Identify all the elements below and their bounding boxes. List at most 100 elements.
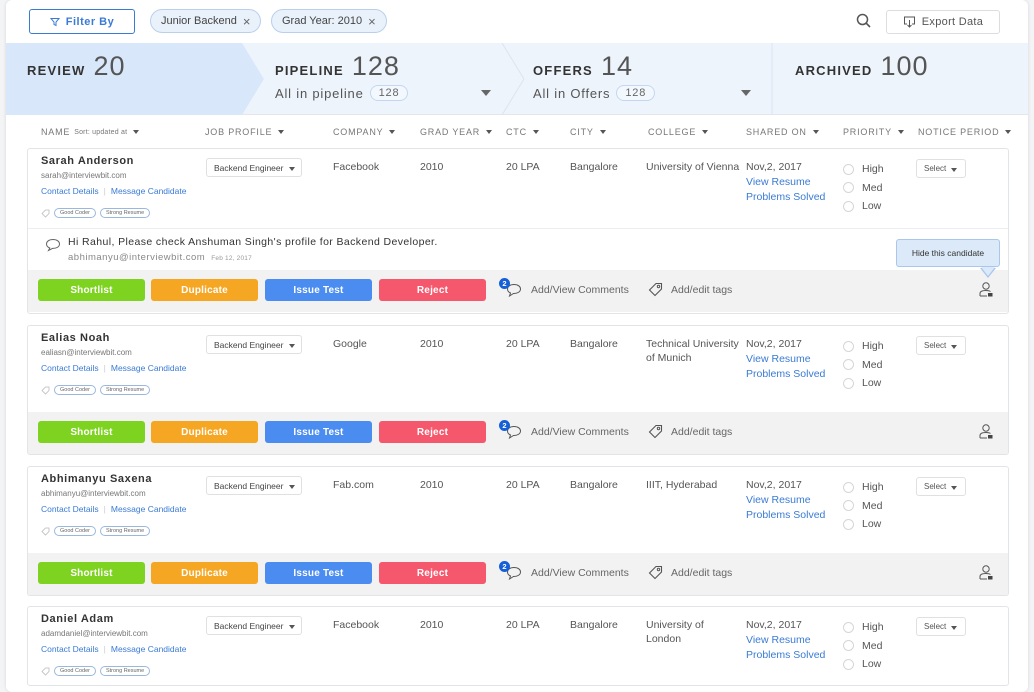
priority-med-radio[interactable]: Med [843,356,884,375]
search-icon[interactable] [855,12,873,30]
priority-high-radio[interactable]: High [843,478,884,497]
priority-low-radio[interactable]: Low [843,197,884,216]
shortlist-button[interactable]: Shortlist [38,279,145,301]
priority-low-radio[interactable]: Low [843,655,884,674]
column-header-city[interactable]: CITY [570,127,606,137]
job-profile-value: Backend Engineer [214,339,284,350]
priority-high-radio[interactable]: High [843,337,884,356]
comments-label: Add/View Comments [531,567,629,579]
export-data-button[interactable]: Export Data [886,10,1000,34]
column-label: CITY [570,127,594,137]
issue-test-button[interactable]: Issue Test [265,421,372,443]
reject-button[interactable]: Reject [379,279,486,301]
duplicate-button[interactable]: Duplicate [151,279,258,301]
priority-med-radio[interactable]: Med [843,637,884,656]
message-candidate-link[interactable]: Message Candidate [111,186,187,196]
priority-radio-group: High Med Low [843,618,884,674]
contact-details-link[interactable]: Contact Details [41,186,99,196]
view-resume-link[interactable]: View Resume [746,352,825,366]
city: Bangalore [570,161,618,173]
add-view-comments-button[interactable]: 2 Add/View Comments [499,561,629,581]
radio-label: High [862,340,884,353]
message-candidate-link[interactable]: Message Candidate [111,504,187,514]
priority-low-radio[interactable]: Low [843,374,884,393]
column-header-grad-year[interactable]: GRAD YEAR [420,127,493,137]
tag-chip: Good Coder [54,526,96,536]
notice-period-select[interactable]: Select [916,159,966,178]
column-header-priority[interactable]: PRIORITY [843,127,904,137]
stage-pipeline[interactable]: PIPELINE 128 All in pipeline 128 [266,43,501,115]
add-edit-tags-button[interactable]: Add/edit tags [648,565,732,580]
reject-button[interactable]: Reject [379,562,486,584]
issue-test-button[interactable]: Issue Test [265,279,372,301]
candidate-email: adamdaniel@interviewbit.com [41,629,148,638]
priority-low-radio[interactable]: Low [843,515,884,534]
problems-solved-link[interactable]: Problems Solved [746,367,825,381]
priority-med-radio[interactable]: Med [843,179,884,198]
message-candidate-link[interactable]: Message Candidate [111,363,187,373]
job-profile-select[interactable]: Backend Engineer [206,616,302,635]
job-profile-select[interactable]: Backend Engineer [206,335,302,354]
offers-dropdown-icon[interactable] [741,90,751,96]
sort-label: Sort: updated at [74,128,128,136]
add-edit-tags-button[interactable]: Add/edit tags [648,424,732,439]
column-header-company[interactable]: COMPANY [333,127,396,137]
notice-period-select[interactable]: Select [916,477,966,496]
stage-offers[interactable]: OFFERS 14 All in Offers 128 [526,43,771,115]
job-profile-select[interactable]: Backend Engineer [206,158,302,177]
duplicate-button[interactable]: Duplicate [151,562,258,584]
pipeline-dropdown-icon[interactable] [481,90,491,96]
issue-test-button[interactable]: Issue Test [265,562,372,584]
job-profile-value: Backend Engineer [214,620,284,631]
radio-circle [843,359,854,371]
hide-candidate-icon[interactable] [978,564,994,581]
stage-review[interactable]: REVIEW 20 [6,43,256,115]
priority-high-radio[interactable]: High [843,160,884,179]
notice-period-select[interactable]: Select [916,617,966,636]
add-view-comments-button[interactable]: 2 Add/View Comments [499,278,629,298]
message-candidate-link[interactable]: Message Candidate [111,644,187,654]
link-separator: | [103,363,106,373]
remove-chip-icon[interactable]: × [368,14,376,29]
contact-details-link[interactable]: Contact Details [41,644,99,654]
view-resume-link[interactable]: View Resume [746,633,825,647]
tags-edit-label: Add/edit tags [671,283,733,296]
reject-button[interactable]: Reject [379,421,486,443]
problems-solved-link[interactable]: Problems Solved [746,190,825,204]
message-text: Hi Rahul, Please check Anshuman Singh's … [68,236,438,248]
add-view-comments-button[interactable]: 2 Add/View Comments [499,420,629,440]
column-header-name[interactable]: NAME Sort: updated at [41,127,140,137]
column-header-job-profile[interactable]: JOB PROFILE [205,127,285,137]
duplicate-button[interactable]: Duplicate [151,421,258,443]
filter-by-button[interactable]: Filter By [29,9,135,34]
remove-chip-icon[interactable]: × [243,14,251,29]
column-header-shared-on[interactable]: SHARED ON [746,127,819,137]
column-header-notice-period[interactable]: NOTICE PERIOD [918,127,1012,137]
priority-high-radio[interactable]: High [843,618,884,637]
column-header-college[interactable]: COLLEGE [648,127,709,137]
view-resume-link[interactable]: View Resume [746,493,825,507]
column-label: NOTICE PERIOD [918,127,1000,137]
comments-label: Add/View Comments [531,284,629,296]
contact-details-link[interactable]: Contact Details [41,363,99,373]
column-header-ctc[interactable]: CTC [506,127,539,137]
hide-candidate-icon[interactable] [978,281,994,298]
add-edit-tags-button[interactable]: Add/edit tags [648,282,732,297]
export-data-label: Export Data [921,16,984,28]
shortlist-button[interactable]: Shortlist [38,562,145,584]
radio-label: High [862,621,884,634]
hide-candidate-icon[interactable] [978,423,994,440]
stage-archived[interactable]: ARCHIVED 100 [773,43,1028,115]
problems-solved-link[interactable]: Problems Solved [746,508,825,522]
problems-solved-link[interactable]: Problems Solved [746,648,825,662]
column-label: NAME [41,127,71,137]
view-resume-link[interactable]: View Resume [746,175,825,189]
notice-period-select[interactable]: Select [916,336,966,355]
job-profile-select[interactable]: Backend Engineer [206,476,302,495]
link-separator: | [103,186,106,196]
priority-med-radio[interactable]: Med [843,497,884,516]
shortlist-button[interactable]: Shortlist [38,421,145,443]
shared-on-date: Nov,2, 2017 [746,479,802,491]
contact-details-link[interactable]: Contact Details [41,504,99,514]
caret-icon [1005,130,1012,134]
